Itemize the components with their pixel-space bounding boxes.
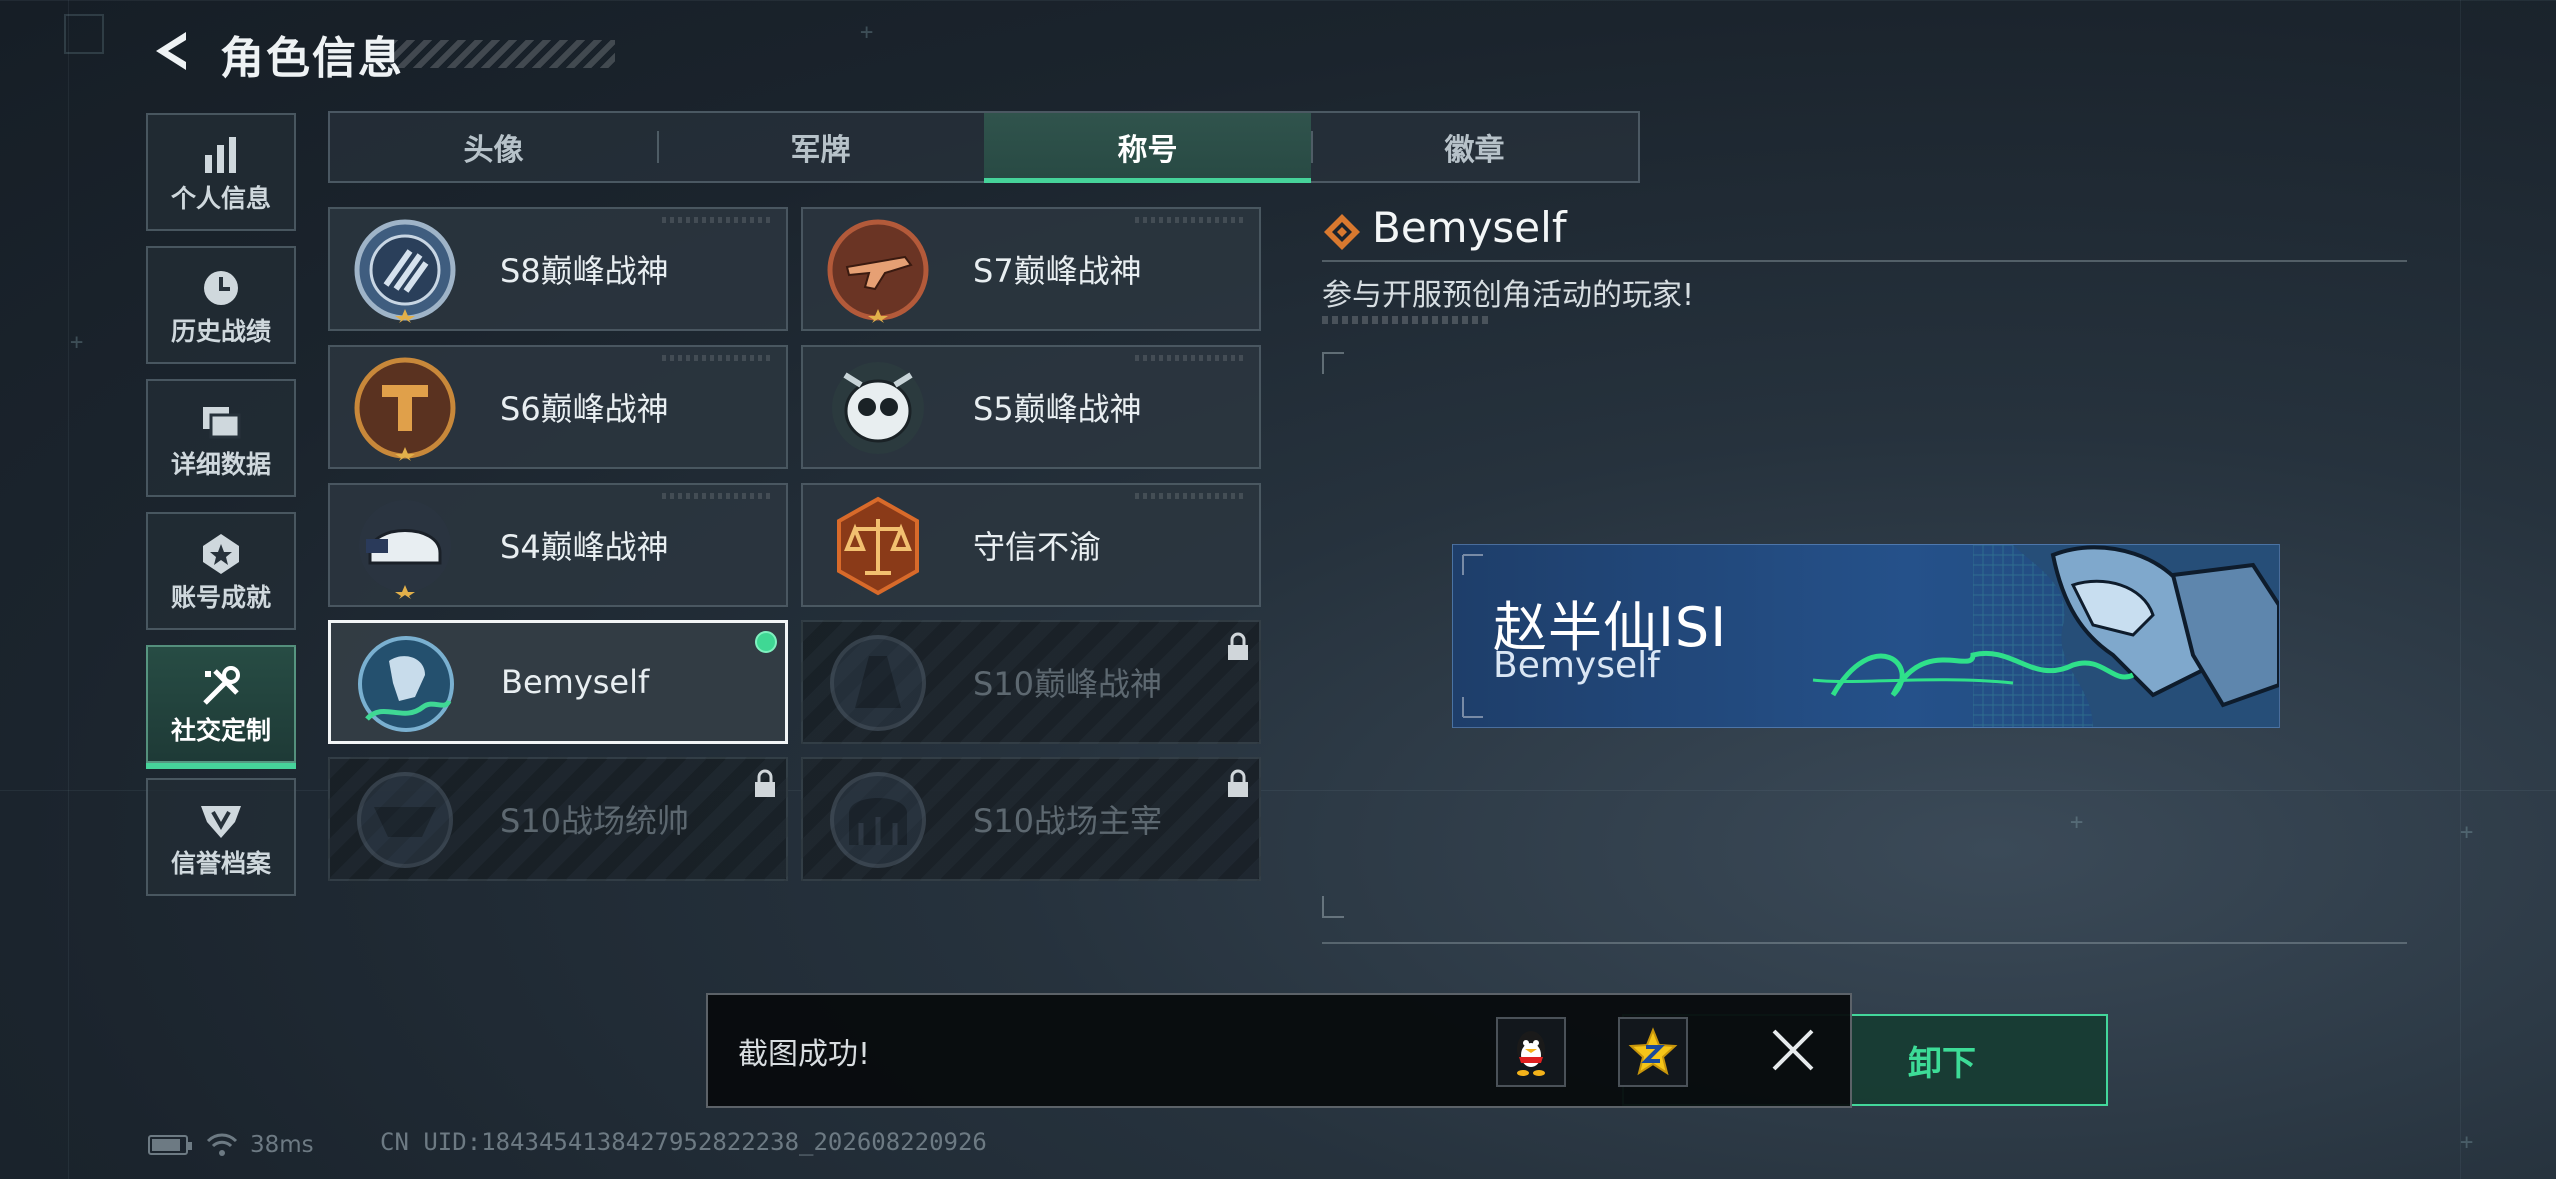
s7-emblem-icon <box>827 219 929 323</box>
title-name: S10战场主宰 <box>973 802 1163 840</box>
title-card-s8[interactable]: S8巅峰战神 <box>328 207 788 331</box>
ping-value: 38ms <box>250 1132 314 1158</box>
sidebar-item-label: 信誉档案 <box>170 849 271 878</box>
title-card-trustworthy[interactable]: 守信不渝 <box>801 483 1261 607</box>
card-decoration <box>1135 493 1245 499</box>
screenshot-toast: 截图成功! <box>706 993 1852 1108</box>
title-name: 守信不渝 <box>973 528 1102 566</box>
tab-title[interactable]: 称号 <box>984 113 1311 183</box>
title-card-s5[interactable]: S5巅峰战神 <box>801 345 1261 469</box>
title-card-s6[interactable]: S6巅峰战神 <box>328 345 788 469</box>
clock-icon <box>148 266 294 310</box>
title-banner-preview: 赵半仙ISI Bemyself <box>1452 544 2280 728</box>
title-card-s4[interactable]: S4巅峰战神 <box>328 483 788 607</box>
s10-commander-emblem-icon <box>357 772 453 868</box>
lock-icon <box>755 769 775 797</box>
sidebar-item-reputation[interactable]: 信誉档案 <box>146 778 296 896</box>
s10-dominator-emblem-icon <box>830 772 926 868</box>
card-decoration <box>662 355 772 361</box>
sidebar-item-label: 账号成就 <box>170 583 271 612</box>
divider <box>1322 260 2407 262</box>
title-name: S6巅峰战神 <box>500 390 669 428</box>
s10-emblem-icon <box>830 635 926 731</box>
tools-icon <box>148 665 294 709</box>
battery-icon <box>148 1135 192 1155</box>
sidebar-item-label: 历史战绩 <box>170 317 271 346</box>
title-name: S10战场统帅 <box>500 802 690 840</box>
cross-mark: + <box>70 330 84 355</box>
title-name: S7巅峰战神 <box>973 252 1142 290</box>
scales-emblem-icon <box>837 496 919 596</box>
toast-message: 截图成功! <box>738 1036 871 1072</box>
equipped-indicator <box>755 631 777 653</box>
medal-icon <box>148 532 294 576</box>
close-icon[interactable] <box>1768 1025 1818 1075</box>
cross-mark: + <box>2460 820 2474 845</box>
title-card-s10[interactable]: S10巅峰战神 <box>801 620 1261 744</box>
sidebar-item-label: 个人信息 <box>170 184 271 213</box>
card-decoration <box>1135 355 1245 361</box>
wifi-icon <box>206 1133 238 1156</box>
title-name: S5巅峰战神 <box>973 390 1142 428</box>
selected-title-name: Bemyself <box>1372 203 1567 252</box>
title-card-s7[interactable]: S7巅峰战神 <box>801 207 1261 331</box>
folders-icon <box>148 399 294 443</box>
player-uid: CN UID:1843454138427952822238_2026082209… <box>380 1128 987 1156</box>
title-name: Bemyself <box>501 663 650 701</box>
title-name: S10巅峰战神 <box>973 665 1163 703</box>
cross-mark: + <box>860 20 874 45</box>
banner-title: Bemyself <box>1493 645 1660 686</box>
sidebar-item-social-custom[interactable]: 社交定制 <box>146 645 296 769</box>
page-title: 角色信息 <box>220 33 404 84</box>
title-card-s10-commander[interactable]: S10战场统帅 <box>328 757 788 881</box>
bar-chart-icon <box>148 133 294 177</box>
title-card-s10-dominator[interactable]: S10战场主宰 <box>801 757 1261 881</box>
card-decoration <box>662 493 772 499</box>
corner-square <box>64 14 104 54</box>
selected-title-description: 参与开服预创角活动的玩家! <box>1322 278 1695 313</box>
diamond-icon <box>1324 214 1360 250</box>
s6-emblem-icon <box>354 357 456 461</box>
sidebar-item-detailed-data[interactable]: 详细数据 <box>146 379 296 497</box>
back-arrow-icon[interactable] <box>148 28 194 74</box>
s5-emblem-icon <box>832 362 924 454</box>
frame-corner <box>1322 896 1344 918</box>
sidebar-item-personal-info[interactable]: 个人信息 <box>146 113 296 231</box>
tab-avatar[interactable]: 头像 <box>330 113 657 181</box>
cross-mark: + <box>2070 810 2084 835</box>
tab-badge[interactable]: 徽章 <box>1311 113 1638 181</box>
card-decoration <box>662 217 772 223</box>
s4-emblem-icon <box>359 500 451 599</box>
sidebar-item-achievements[interactable]: 账号成就 <box>146 512 296 630</box>
category-tabs: 头像 军牌 称号 徽章 <box>328 111 1640 183</box>
grid-line <box>68 0 69 1179</box>
share-qq-button[interactable] <box>1496 1017 1566 1087</box>
tab-dog-tag[interactable]: 军牌 <box>657 113 984 181</box>
qzone-star-icon <box>1628 1027 1678 1076</box>
description-decoration <box>1322 316 1488 324</box>
card-decoration <box>1135 217 1245 223</box>
status-bar: 38ms <box>148 1128 314 1162</box>
grid-line <box>2460 0 2461 1179</box>
cross-mark: + <box>2460 1130 2474 1155</box>
title-card-bemyself[interactable]: Bemyself <box>328 620 788 744</box>
shield-wings-icon <box>148 798 294 842</box>
share-qzone-button[interactable] <box>1618 1017 1688 1087</box>
bemyself-emblem-icon <box>358 636 454 732</box>
grid-line <box>0 0 2556 1</box>
lock-icon <box>1228 769 1248 797</box>
qq-penguin-icon <box>1517 1031 1545 1076</box>
divider <box>1322 942 2407 944</box>
title-name: S4巅峰战神 <box>500 528 669 566</box>
sidebar-item-label: 社交定制 <box>170 716 271 745</box>
lock-icon <box>1228 632 1248 660</box>
sidebar-item-label: 详细数据 <box>170 450 271 479</box>
s8-emblem-icon <box>354 219 456 323</box>
title-decoration <box>390 40 615 68</box>
title-name: S8巅峰战神 <box>500 252 669 290</box>
sidebar-item-history[interactable]: 历史战绩 <box>146 246 296 364</box>
frame-corner <box>1322 352 1344 374</box>
